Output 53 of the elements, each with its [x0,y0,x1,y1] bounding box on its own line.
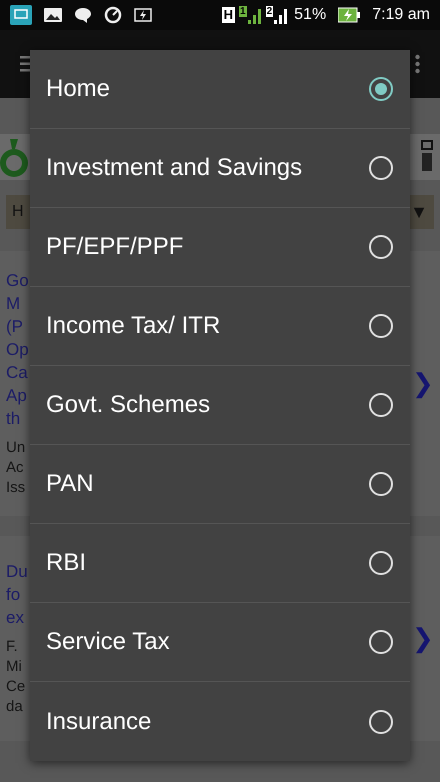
menu-item[interactable]: PF/EPF/PPF [30,208,410,287]
next-arrow[interactable]: ❯ [412,364,434,403]
article-summary-fragment: Un [6,438,26,458]
article-summary-fragment: Mi [6,657,23,677]
battery-charging-icon [338,7,360,23]
more-icon[interactable] [415,54,420,74]
menu-item[interactable]: Income Tax/ ITR [30,287,410,366]
menu-item[interactable]: PAN [30,445,410,524]
radio-button[interactable] [369,314,393,338]
article-title-fragment[interactable]: (P [6,315,29,338]
article-summary-fragment: Iss [6,478,26,498]
sim-number: 2 [266,6,274,17]
radio-button[interactable] [369,630,393,654]
article-title-fragment[interactable]: Go [6,269,29,292]
menu-item[interactable]: Insurance [30,682,410,761]
radio-button[interactable] [369,710,393,734]
article-title-fragment[interactable]: Du [6,560,28,583]
menu-item[interactable]: Govt. Schemes [30,366,410,445]
chat-icon [74,7,92,23]
article-summary-fragment: da [6,697,24,717]
article-summary-fragment: Ac [6,458,25,478]
screen-share-icon [10,5,32,25]
signal-icon [274,6,288,24]
radio-button[interactable] [369,235,393,259]
article-title-fragment[interactable]: Ap [6,384,29,407]
tab-label[interactable]: H [12,200,24,224]
sim-number: 1 [239,6,247,17]
menu-item[interactable]: Service Tax [30,603,410,682]
image-icon [44,8,62,22]
battery-percent: 51% [294,5,326,25]
article-title-fragment[interactable]: ex [6,606,28,629]
menu-item[interactable]: RBI [30,524,410,603]
article-title-fragment[interactable]: Op [6,338,29,361]
article-summary-fragment: F. [6,637,19,657]
radio-button[interactable] [369,472,393,496]
article-title-fragment[interactable]: Ca [6,361,29,384]
radio-button[interactable] [369,393,393,417]
radio-button[interactable] [369,551,393,575]
speed-icon [104,6,122,24]
article-title-fragment[interactable]: M [6,292,29,315]
next-arrow[interactable]: ❯ [412,619,434,658]
article-summary-fragment: Ce [6,677,26,697]
battery-charging-icon [134,8,154,22]
menu-item[interactable]: Investment and Savings [30,129,410,208]
radio-button[interactable] [369,77,393,101]
radio-button[interactable] [369,156,393,180]
signal-icon [248,6,262,24]
article-title-fragment[interactable]: th [6,407,29,430]
clock: 7:19 am [372,5,430,25]
article-title-fragment[interactable]: fo [6,583,28,606]
dropdown-arrow[interactable]: ▼ [410,198,428,226]
menu-item[interactable]: Home [30,50,410,129]
network-type-badge: H [222,7,236,23]
